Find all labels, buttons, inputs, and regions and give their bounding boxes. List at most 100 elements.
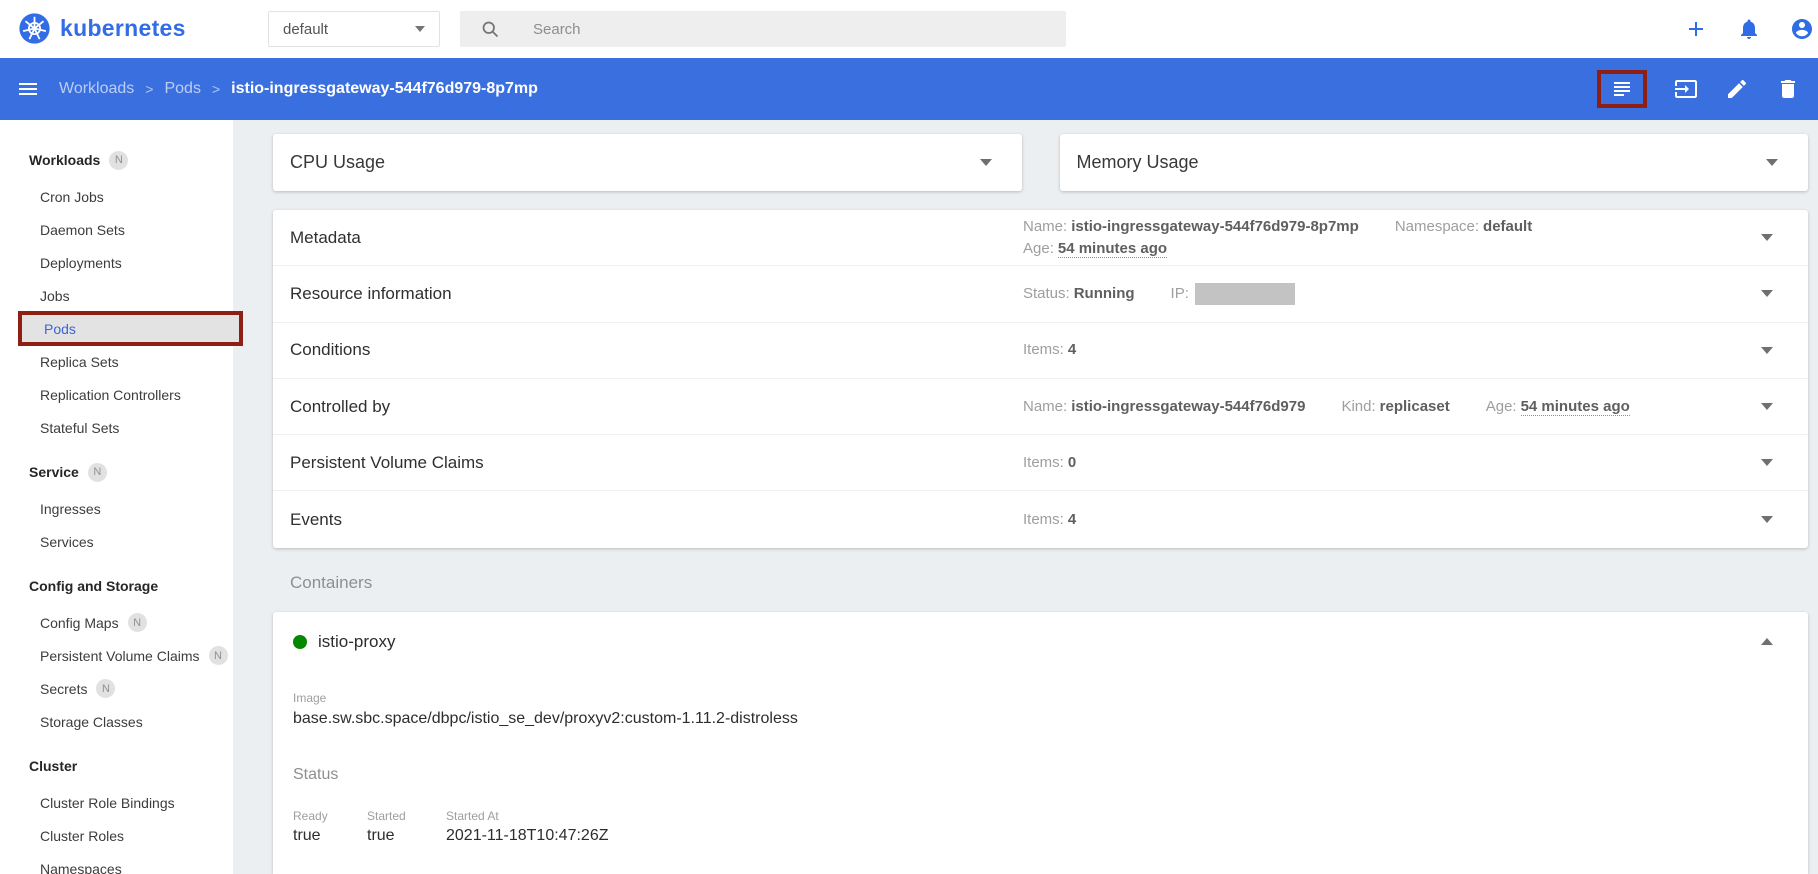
section-title: Controlled by — [290, 397, 1023, 417]
field-label: Name: — [1023, 398, 1067, 415]
sidebar-item-replication-controllers[interactable]: Replication Controllers — [0, 378, 233, 411]
sidebar-header-config-storage[interactable]: Config and Storage — [0, 566, 233, 606]
field-value: 4 — [1068, 341, 1076, 358]
sidebar-item-replica-sets[interactable]: Replica Sets — [0, 345, 233, 378]
sidebar-item-label: Namespaces — [40, 861, 122, 874]
sidebar-header-service[interactable]: Service N — [0, 452, 233, 492]
breadcrumb-current-pod: istio-ingressgateway-544f76d979-8p7mp — [231, 80, 538, 98]
sidebar-item-label: Jobs — [40, 288, 70, 304]
field-label: Started At — [446, 809, 608, 823]
breadcrumb-pods[interactable]: Pods — [164, 80, 200, 98]
sidebar-item-persistent-volume-claims[interactable]: Persistent Volume Claims N — [0, 639, 233, 672]
image-value: base.sw.sbc.space/dbpc/istio_se_dev/prox… — [293, 710, 1773, 728]
field-value: Running — [1074, 285, 1135, 302]
chevron-down-icon[interactable] — [980, 159, 992, 166]
field-pair: Kind: replicaset — [1341, 396, 1449, 418]
chevron-down-icon[interactable] — [1761, 347, 1773, 354]
breadcrumb-separator: > — [212, 81, 220, 97]
sidebar-header-cluster[interactable]: Cluster — [0, 746, 233, 786]
sidebar-item-cron-jobs[interactable]: Cron Jobs — [0, 180, 233, 213]
field-value: istio-ingressgateway-544f76d979-8p7mp — [1071, 218, 1359, 235]
sidebar-item-label: Replication Controllers — [40, 387, 181, 403]
section-row-metadata[interactable]: Metadata Name:istio-ingressgateway-544f7… — [273, 210, 1808, 266]
top-header: kubernetes default — [0, 0, 1818, 58]
section-row-persistent-volume-claims[interactable]: Persistent Volume Claims Items:0 — [273, 435, 1808, 491]
containers-heading: Containers — [273, 562, 1808, 604]
sidebar-item-config-maps[interactable]: Config Maps N — [0, 606, 233, 639]
new-badge: N — [109, 151, 128, 170]
sidebar-header-label: Config and Storage — [29, 578, 158, 594]
sidebar-item-stateful-sets[interactable]: Stateful Sets — [0, 411, 233, 444]
exec-icon[interactable] — [1674, 77, 1698, 101]
sidebar-group-workloads: Workloads N Cron Jobs Daemon Sets Deploy… — [0, 140, 233, 444]
namespace-select-value: default — [283, 21, 328, 38]
search-input[interactable] — [533, 21, 973, 38]
section-title: Events — [290, 510, 1023, 530]
redacted-ip-value — [1195, 283, 1295, 305]
sidebar-header-workloads[interactable]: Workloads N — [0, 140, 233, 180]
menu-hamburger-icon[interactable] — [16, 77, 40, 101]
account-icon[interactable] — [1790, 17, 1814, 41]
breadcrumb-workloads[interactable]: Workloads — [59, 80, 134, 98]
new-badge: N — [88, 463, 107, 482]
delete-icon[interactable] — [1776, 77, 1800, 101]
breadcrumb-toolbar: Workloads > Pods > istio-ingressgateway-… — [0, 58, 1818, 120]
section-title: Conditions — [290, 340, 1023, 360]
sidebar-item-label: Services — [40, 534, 94, 550]
edit-icon[interactable] — [1725, 77, 1749, 101]
chevron-down-icon[interactable] — [1761, 403, 1773, 410]
section-title: Metadata — [290, 228, 1023, 248]
sidebar-item-services[interactable]: Services — [0, 525, 233, 558]
logs-icon[interactable] — [1610, 77, 1634, 101]
container-name-row[interactable]: istio-proxy — [293, 612, 1773, 655]
field-value: 54 minutes ago — [1058, 240, 1167, 258]
sidebar-item-secrets[interactable]: Secrets N — [0, 672, 233, 705]
namespace-select[interactable]: default — [268, 11, 440, 47]
sidebar-item-jobs[interactable]: Jobs — [0, 279, 233, 312]
field-pair: Age:54 minutes ago — [1486, 396, 1630, 418]
cpu-usage-card: CPU Usage — [273, 134, 1022, 191]
sidebar-item-deployments[interactable]: Deployments — [0, 246, 233, 279]
field-value: 54 minutes ago — [1521, 398, 1630, 416]
chevron-down-icon[interactable] — [1761, 290, 1773, 297]
field-value: replicaset — [1380, 398, 1450, 415]
sidebar-item-label: Secrets — [40, 681, 87, 697]
new-badge: N — [209, 646, 228, 665]
notifications-bell-icon[interactable] — [1737, 17, 1761, 41]
kubernetes-logo[interactable]: kubernetes — [18, 12, 186, 45]
field-pair: Name:istio-ingressgateway-544f76d979 — [1023, 396, 1305, 418]
sidebar-item-pods[interactable]: Pods — [22, 315, 239, 342]
sidebar-nav: Workloads N Cron Jobs Daemon Sets Deploy… — [0, 120, 233, 874]
sidebar-item-cluster-role-bindings[interactable]: Cluster Role Bindings — [0, 786, 233, 819]
section-row-events[interactable]: Events Items:4 — [273, 491, 1808, 547]
status-running-dot-icon — [293, 635, 307, 649]
plus-icon[interactable] — [1684, 17, 1708, 41]
chevron-up-icon[interactable] — [1761, 638, 1773, 645]
sidebar-item-label: Stateful Sets — [40, 420, 119, 436]
annotation-box-pods: Pods — [18, 311, 243, 346]
field-label: Age: — [1023, 240, 1054, 257]
section-summary: Items:0 — [1023, 452, 1749, 474]
field-value: 2021-11-18T10:47:26Z — [446, 827, 608, 845]
chevron-down-icon[interactable] — [1761, 459, 1773, 466]
content-area: CPU Usage Memory Usage Metadata Name:ist… — [233, 120, 1818, 874]
sidebar-item-cluster-roles[interactable]: Cluster Roles — [0, 819, 233, 852]
chevron-down-icon[interactable] — [1761, 516, 1773, 523]
pod-actions — [1597, 70, 1800, 108]
chevron-down-icon[interactable] — [1761, 234, 1773, 241]
chevron-down-icon[interactable] — [1766, 159, 1778, 166]
sidebar-item-daemon-sets[interactable]: Daemon Sets — [0, 213, 233, 246]
search-bar[interactable] — [460, 11, 1066, 47]
field-label: Kind: — [1341, 398, 1375, 415]
field-pair: Age:54 minutes ago — [1023, 238, 1167, 260]
section-row-resource-information[interactable]: Resource information Status:Running IP: — [273, 266, 1808, 322]
container-card-istio-proxy: istio-proxy Image base.sw.sbc.space/dbpc… — [273, 612, 1808, 874]
status-field-started-at: Started At 2021-11-18T10:47:26Z — [446, 809, 608, 845]
field-value: true — [293, 827, 367, 845]
sidebar-item-storage-classes[interactable]: Storage Classes — [0, 705, 233, 738]
sidebar-item-namespaces[interactable]: Namespaces — [0, 852, 233, 874]
sidebar-item-ingresses[interactable]: Ingresses — [0, 492, 233, 525]
section-row-controlled-by[interactable]: Controlled by Name:istio-ingressgateway-… — [273, 379, 1808, 435]
section-row-conditions[interactable]: Conditions Items:4 — [273, 323, 1808, 379]
sidebar-header-label: Cluster — [29, 758, 77, 774]
